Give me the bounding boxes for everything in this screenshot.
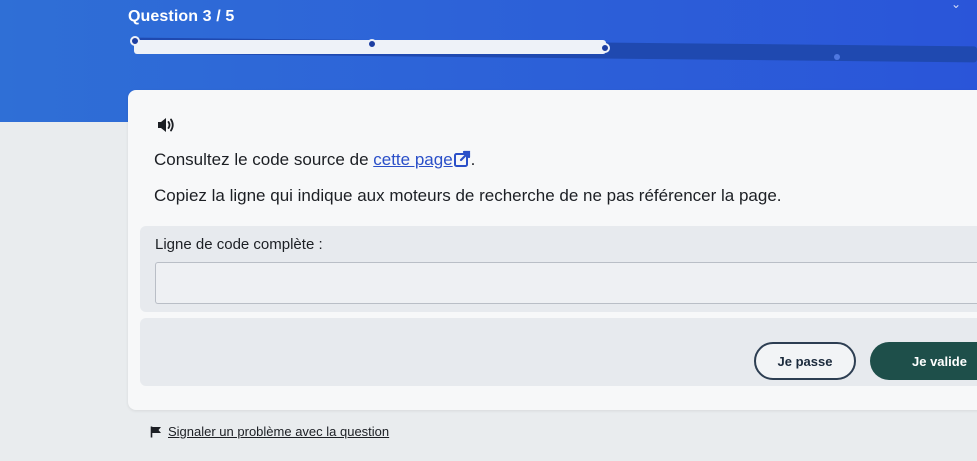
instruction-prefix: Consultez le code source de	[154, 150, 374, 169]
progress-bar	[130, 34, 977, 64]
instruction-line-1: Consultez le code source de cette page .	[154, 150, 475, 170]
speaker-icon[interactable]	[156, 116, 176, 134]
page: Question 3 / 5 ⌄ Consultez le code sourc…	[0, 0, 977, 461]
corner-chevron-icon: ⌄	[950, 0, 961, 11]
validate-button[interactable]: Je valide	[870, 342, 977, 380]
progress-step-1	[130, 36, 140, 46]
report-problem-link[interactable]: Signaler un problème avec la question	[150, 424, 389, 439]
progress-step-2	[367, 39, 377, 49]
answer-label: Ligne de code complète :	[155, 236, 323, 253]
source-page-link[interactable]: cette page	[373, 150, 452, 169]
actions-zone: Je passe Je valide	[140, 318, 977, 386]
flag-icon	[150, 426, 161, 437]
question-card: Consultez le code source de cette page .…	[128, 90, 977, 410]
answer-input[interactable]	[155, 262, 977, 304]
progress-step-3-current	[600, 43, 610, 53]
report-problem-label[interactable]: Signaler un problème avec la question	[168, 424, 389, 439]
instruction-suffix: .	[470, 150, 476, 169]
external-link-icon[interactable]	[453, 150, 471, 168]
answer-zone: Ligne de code complète :	[140, 226, 977, 312]
progress-step-4	[834, 54, 840, 60]
question-counter: Question 3 / 5	[128, 8, 235, 25]
skip-button[interactable]: Je passe	[754, 342, 856, 380]
instruction-line-2: Copiez la ligne qui indique aux moteurs …	[154, 186, 782, 205]
